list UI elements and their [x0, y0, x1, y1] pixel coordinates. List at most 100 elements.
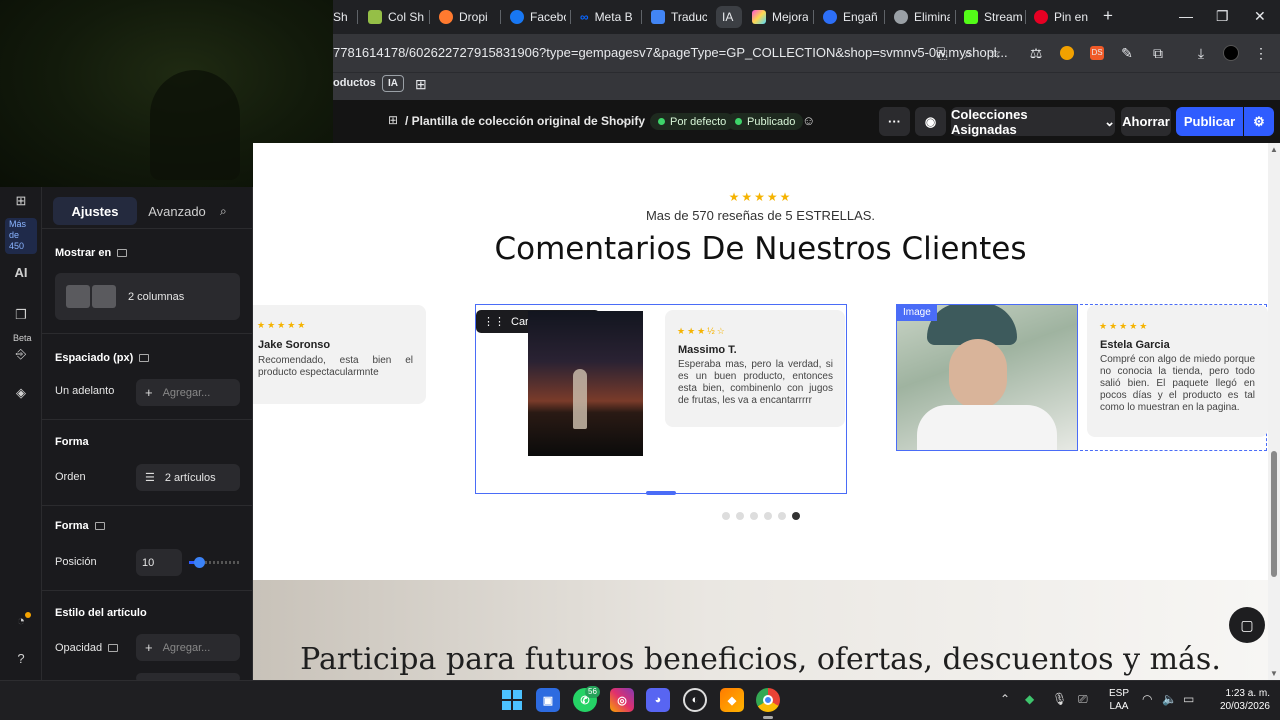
volume-icon[interactable]: 🔈: [1162, 692, 1177, 706]
assigned-collections-dropdown[interactable]: Colecciones Asignadas ⌄: [951, 107, 1115, 137]
order-items-field[interactable]: ☰ 2 artículos: [136, 464, 240, 491]
eyedropper-icon[interactable]: ✎: [1118, 44, 1136, 62]
menu-dots-icon[interactable]: ⋮: [1252, 44, 1270, 62]
chevron-down-icon[interactable]: ⌄: [620, 113, 629, 126]
pagination-dot[interactable]: [722, 512, 730, 520]
bookmark-ia[interactable]: IA: [382, 75, 404, 92]
windows-start-icon[interactable]: [500, 688, 524, 712]
facebook-icon: [510, 10, 524, 24]
tab-shopify-2[interactable]: Col Sh: [368, 6, 424, 28]
search-icon[interactable]: ⌕: [220, 204, 227, 219]
publish-settings-gear-icon[interactable]: ⚙: [1244, 107, 1274, 136]
chrome-icon[interactable]: [756, 688, 780, 712]
default-status-pill[interactable]: Por defecto: [650, 113, 735, 130]
pagination-dot[interactable]: [778, 512, 786, 520]
tray-app-icon[interactable]: ◆: [1025, 692, 1034, 706]
more-options-button[interactable]: ···: [879, 107, 910, 136]
tab-elimina[interactable]: Elimina: [894, 6, 950, 28]
review-card-estela[interactable]: ★★★★★ Estela Garcia Compré con algo de m…: [1087, 305, 1268, 437]
extension-icon[interactable]: ⚖: [1027, 44, 1045, 62]
pagination-dot[interactable]: [764, 512, 772, 520]
discord-icon[interactable]: ◕: [646, 688, 670, 712]
chat-support-icon[interactable]: ▢: [1229, 607, 1265, 643]
tab-translate[interactable]: Traduc: [651, 6, 707, 28]
microphone-icon[interactable]: 🎙: [1052, 692, 1067, 706]
opacity-add-field[interactable]: + Agregar...: [136, 634, 240, 661]
template-breadcrumb[interactable]: / Plantilla de colección original de Sho…: [405, 114, 645, 128]
left-icon-rail: ⊞ Más de 450 AI ❐ Beta ⎆ ◈ ◔ ?: [0, 187, 42, 680]
show-hidden-icons-chevron-icon[interactable]: ⌃: [1000, 692, 1010, 706]
translate-page-icon[interactable]: ⎘: [933, 44, 951, 62]
wifi-icon[interactable]: ◠: [1142, 692, 1152, 706]
url-text[interactable]: 7781614178/602622727915831906?type=gempa…: [333, 45, 1008, 60]
resize-handle[interactable]: [646, 491, 676, 495]
tab-engana[interactable]: Engañ: [823, 6, 879, 28]
clock[interactable]: 1:23 a. m. 20/03/2026: [1208, 687, 1270, 713]
zoom-icon[interactable]: ⌕: [959, 44, 977, 62]
page-canvas: ★★★★★ Mas de 570 reseñas de 5 ESTRELLAS.…: [253, 143, 1268, 680]
position-slider-handle[interactable]: [194, 557, 206, 568]
instagram-icon[interactable]: ◎: [610, 688, 634, 712]
ai-icon[interactable]: AI: [12, 263, 30, 281]
position-input[interactable]: 10: [136, 549, 182, 576]
extension-ds-icon[interactable]: DS: [1088, 44, 1106, 62]
save-button[interactable]: Ahorrar: [1121, 107, 1171, 136]
publish-button[interactable]: Publicar: [1176, 107, 1243, 136]
battery-icon[interactable]: ▭: [1183, 692, 1194, 706]
chat-icon[interactable]: ☺: [802, 113, 815, 128]
tab-stream[interactable]: Stream: [964, 6, 1022, 28]
close-window-button[interactable]: ✕: [1254, 8, 1266, 25]
help-icon[interactable]: ?: [12, 649, 30, 667]
download-icon[interactable]: ⤓: [1192, 44, 1210, 62]
bookmark-products[interactable]: oductos: [333, 77, 376, 89]
drag-handle-icon[interactable]: ⋮⋮: [483, 315, 505, 328]
list-icon: ☰: [145, 472, 155, 484]
store-icon[interactable]: ▣: [536, 688, 560, 712]
puzzle-icon[interactable]: ⧉: [1149, 44, 1167, 62]
columns-selector[interactable]: 2 columnas: [55, 273, 240, 320]
maximize-button[interactable]: ❐: [1216, 8, 1229, 25]
pagination-dot[interactable]: [750, 512, 758, 520]
scrollbar-thumb[interactable]: [1271, 451, 1277, 577]
advance-add-field[interactable]: + Agregar...: [136, 379, 240, 406]
tab-pinterest[interactable]: Pin en: [1034, 6, 1090, 28]
tab-meta[interactable]: ∞ Meta B: [580, 6, 636, 28]
tab-settings[interactable]: Ajustes: [53, 197, 137, 225]
tab-advanced[interactable]: Avanzado: [137, 197, 217, 225]
scroll-down-arrow-icon[interactable]: ▼: [1270, 669, 1278, 678]
pagination-dot[interactable]: [736, 512, 744, 520]
review-card-jake[interactable]: ★★★★★ Jake Soronso Recomendado, esta bie…: [253, 305, 426, 404]
bookmark-star-icon[interactable]: ☆: [986, 44, 1004, 62]
canvas-scrollbar[interactable]: ▲ ▼: [1268, 143, 1280, 680]
published-status-pill[interactable]: Publicado: [727, 113, 804, 130]
scroll-up-arrow-icon[interactable]: ▲: [1270, 145, 1278, 154]
pagination-dot-active[interactable]: [792, 512, 800, 520]
review-card-massimo[interactable]: ★★★½☆ Massimo T. Esperaba mas, pero la v…: [665, 310, 845, 427]
layers-icon[interactable]: ◈: [12, 384, 30, 402]
more-than-450-elements-button[interactable]: Más de 450: [5, 218, 37, 254]
minimize-button[interactable]: —: [1179, 8, 1193, 24]
carousel-slide-estela[interactable]: Image ★★★★★ Estela Garcia Compré con alg…: [896, 304, 1268, 451]
apps-grid-icon[interactable]: ⊞: [415, 76, 427, 93]
sections-icon[interactable]: ⊞: [12, 192, 30, 210]
profile-avatar[interactable]: [1222, 44, 1240, 62]
tab-ia[interactable]: IA: [716, 6, 742, 28]
pages-icon[interactable]: ❐: [12, 306, 30, 324]
position-slider-track[interactable]: [189, 557, 241, 568]
image-element-label: Image: [897, 305, 937, 321]
app-orange-icon[interactable]: ◆: [720, 688, 744, 712]
preview-eye-button[interactable]: ◉: [915, 107, 946, 136]
tray-device-icon[interactable]: ⎚: [1078, 692, 1088, 707]
language-indicator[interactable]: ESP LAA: [1109, 687, 1129, 713]
woman-cap-photo[interactable]: Image: [896, 304, 1078, 451]
obs-icon[interactable]: ◐: [683, 688, 707, 712]
tab-shopify-1[interactable]: Sh: [333, 6, 353, 28]
beta-tool-icon[interactable]: ⎆: [12, 345, 30, 363]
tab-facebook[interactable]: Facebo: [510, 6, 566, 28]
tab-label: Mejora: [772, 10, 808, 24]
tab-dropi[interactable]: Dropi: [439, 6, 495, 28]
carousel-selected-slide[interactable]: ⋮⋮ Carousel ▲ ⧉ 🗑 ★★★½☆ Massimo T. Esper…: [475, 304, 847, 495]
tab-mejora[interactable]: Mejora: [752, 6, 808, 28]
new-tab-button[interactable]: +: [1103, 6, 1113, 26]
extension-orange-icon[interactable]: [1058, 44, 1076, 62]
